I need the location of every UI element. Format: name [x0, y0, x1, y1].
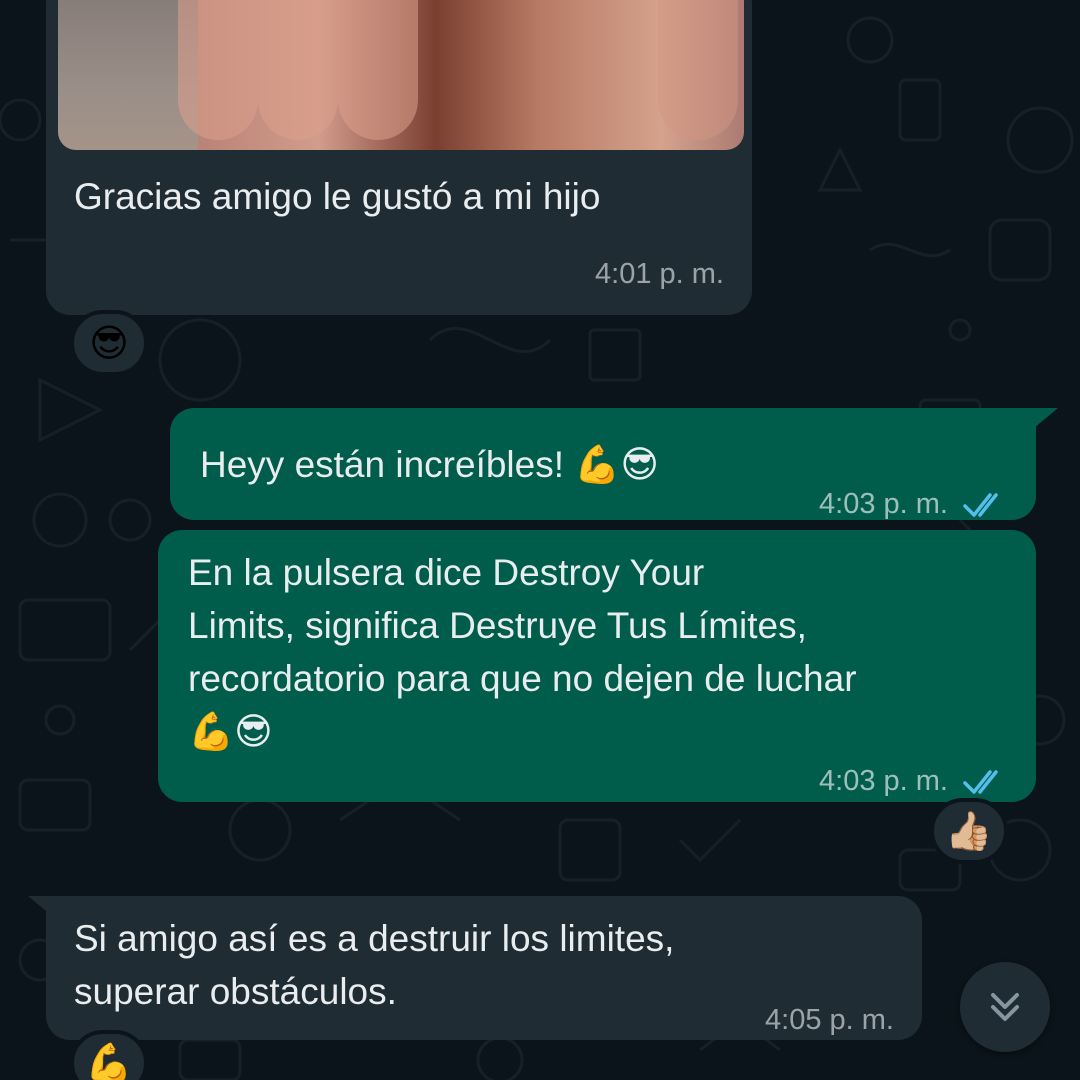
double-check-icon [963, 769, 998, 794]
message-time: 4:05 p. m. [765, 1004, 894, 1036]
bubble-tail [1034, 408, 1058, 428]
message-outgoing[interactable]: Heyy están increíbles! 💪😎 4:03 p. m. [170, 408, 1036, 520]
message-incoming-photo[interactable]: Gracias amigo le gustó a mi hijo 4:01 p.… [46, 0, 752, 315]
scroll-to-bottom-button[interactable] [960, 962, 1050, 1052]
message-text: Gracias amigo le gustó a mi hijo [74, 176, 601, 217]
message-text: Si amigo así es a destruir los limites, … [74, 918, 675, 1012]
reaction-badge[interactable]: 👍🏼 [930, 798, 1008, 864]
message-time: 4:03 p. m. [819, 488, 948, 520]
message-outgoing[interactable]: En la pulsera dice Destroy Your Limits, … [158, 530, 1036, 802]
message-meta: 4:03 p. m. [819, 478, 1008, 531]
message-incoming[interactable]: Si amigo así es a destruir los limites, … [46, 896, 922, 1040]
reaction-emoji: 💪 [85, 1040, 133, 1080]
message-time: 4:01 p. m. [595, 258, 724, 290]
chat-view[interactable]: Gracias amigo le gustó a mi hijo 4:01 p.… [0, 0, 1080, 1080]
reaction-emoji: 👍🏼 [945, 808, 993, 853]
message-text: Heyy están increíbles! 💪😎 [200, 444, 659, 485]
message-text: En la pulsera dice Destroy Your Limits, … [188, 552, 857, 752]
reaction-emoji: 😎 [89, 321, 129, 365]
message-meta: 4:01 p. m. [595, 248, 724, 301]
reaction-badge[interactable]: 💪 [70, 1030, 148, 1080]
message-time: 4:03 p. m. [819, 765, 948, 797]
double-chevron-down-icon [991, 993, 1019, 1021]
message-meta: 4:05 p. m. [765, 994, 894, 1047]
double-check-icon [963, 492, 998, 517]
reaction-badge[interactable]: 😎 [70, 310, 148, 376]
shared-photo[interactable] [58, 0, 744, 150]
